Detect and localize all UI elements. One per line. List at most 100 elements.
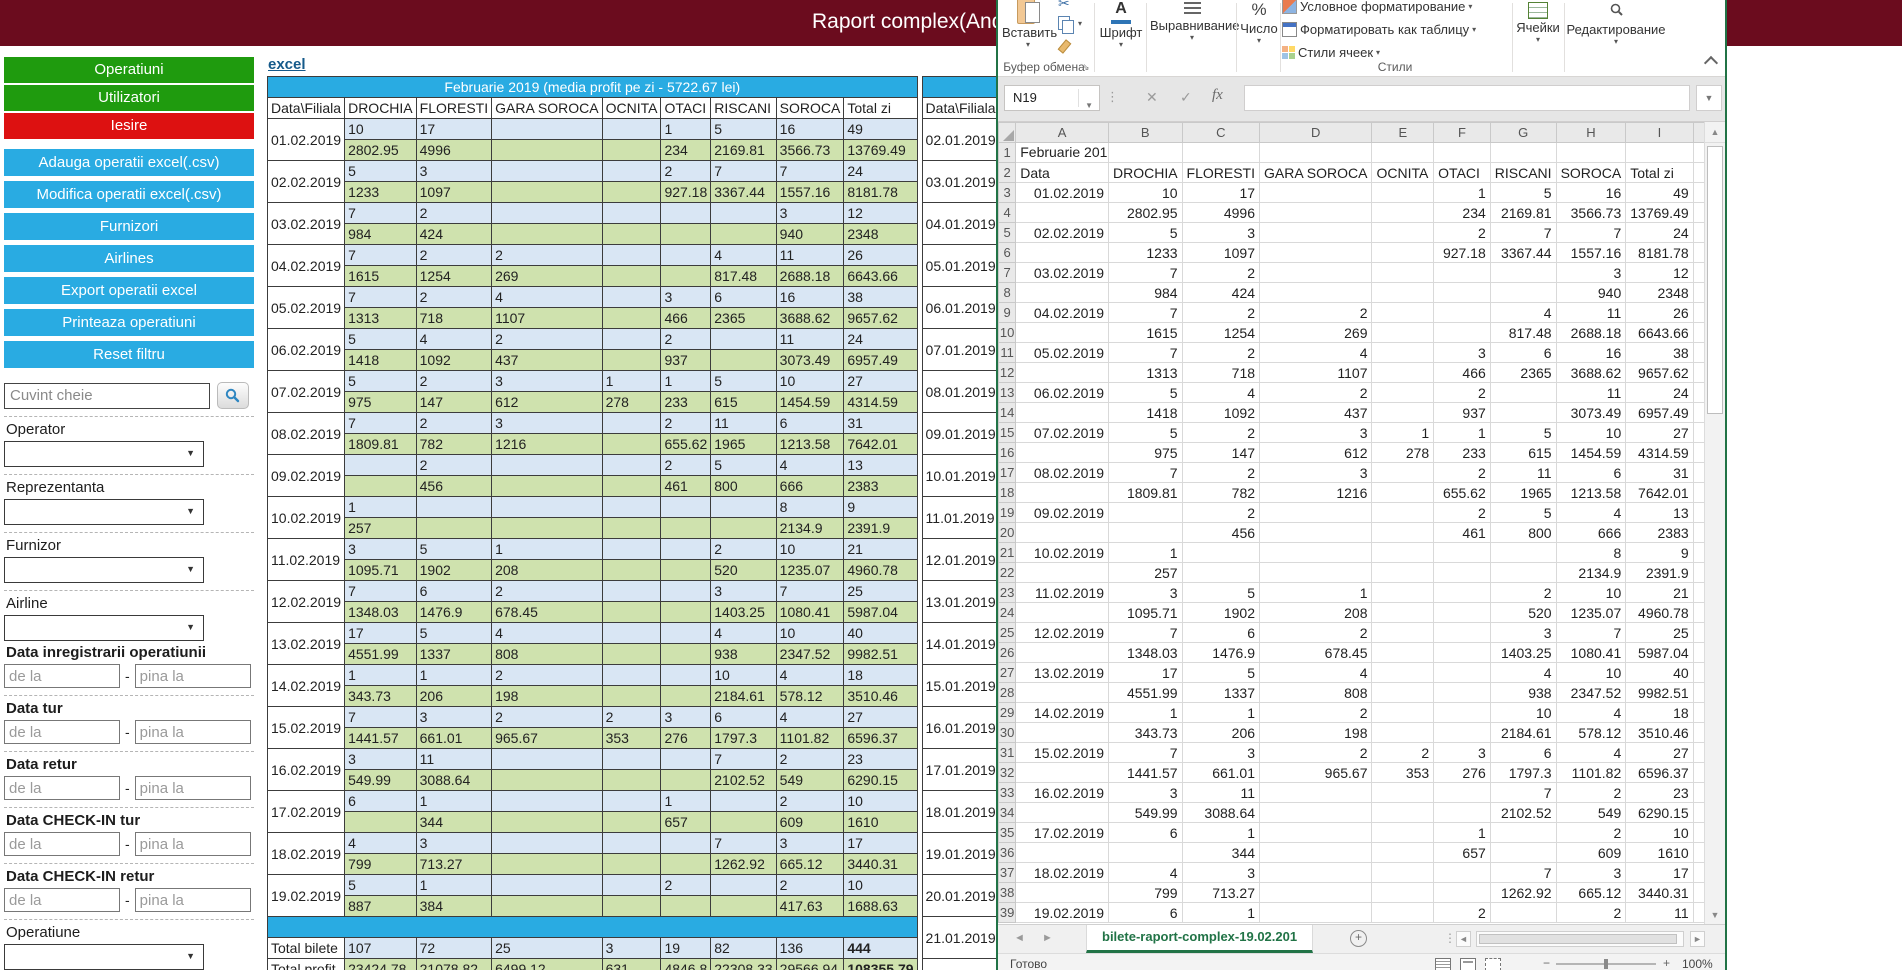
excel-cell[interactable]: 16 [1556,343,1626,363]
excel-cell[interactable]: 940 [1556,283,1626,303]
excel-cell[interactable]: 1403.25 [1490,643,1556,663]
row-header-37[interactable]: 37 [999,863,1016,883]
excel-cell[interactable]: 2169.81 [1490,203,1556,223]
excel-cell[interactable]: DROCHIA [1108,163,1182,183]
excel-cell[interactable]: 10.02.2019 [1016,543,1109,563]
horizontal-scrollbar[interactable] [1476,931,1684,947]
conditional-formatting-button[interactable]: Условное форматирование ▾ [1282,0,1472,16]
row-header-14[interactable]: 14 [999,403,1016,423]
excel-cell[interactable] [1434,603,1491,623]
excel-cell[interactable] [1490,843,1556,863]
excel-cell[interactable] [1372,803,1434,823]
row-header-34[interactable]: 34 [999,803,1016,823]
excel-cell[interactable] [1490,403,1556,423]
excel-cell[interactable]: 2 [1182,503,1259,523]
excel-cell[interactable]: 2 [1556,823,1626,843]
excel-cell[interactable]: 10 [1108,183,1182,203]
excel-cell[interactable]: 6 [1108,823,1182,843]
airline-select[interactable]: ▼ [4,615,204,641]
excel-cell[interactable]: 3566.73 [1556,203,1626,223]
excel-cell[interactable]: 937 [1434,403,1491,423]
excel-cell[interactable] [1260,523,1372,543]
data-retur-from-input[interactable] [4,776,120,800]
excel-cell[interactable]: 5 [1108,223,1182,243]
excel-cell[interactable]: 2 [1182,463,1259,483]
excel-cell[interactable] [1434,263,1491,283]
excel-cell[interactable]: 6596.37 [1626,763,1693,783]
excel-cell[interactable]: 3688.62 [1556,363,1626,383]
excel-cell[interactable]: 927.18 [1434,243,1491,263]
excel-cell[interactable] [1016,603,1109,623]
new-sheet-icon[interactable]: + [1350,930,1367,947]
excel-cell[interactable]: 1610 [1626,843,1693,863]
excel-cell[interactable]: 7 [1108,343,1182,363]
excel-cell[interactable]: 2 [1260,383,1372,403]
insert-function-icon[interactable]: fx [1212,87,1223,104]
furnizor-select[interactable]: ▼ [4,557,204,583]
excel-cell[interactable]: 13.02.2019 [1016,663,1109,683]
excel-cell[interactable]: 26 [1626,303,1693,323]
search-input[interactable] [4,383,210,409]
excel-cell[interactable]: 6957.49 [1626,403,1693,423]
excel-cell[interactable] [1372,403,1434,423]
row-header-39[interactable]: 39 [999,903,1016,923]
excel-cell[interactable]: 713.27 [1182,883,1259,903]
excel-cell[interactable] [1490,263,1556,283]
paste-button[interactable]: Вставить ▾ [1002,0,1054,49]
excel-cell[interactable] [1372,663,1434,683]
excel-cell[interactable]: 1080.41 [1556,643,1626,663]
excel-cell[interactable]: 666 [1556,523,1626,543]
prev-sheet-icon[interactable]: ◄ [1014,932,1025,944]
excel-cell[interactable]: 1101.82 [1556,763,1626,783]
excel-cell[interactable]: 1441.57 [1108,763,1182,783]
excel-cell[interactable] [1372,383,1434,403]
excel-cell[interactable]: 1216 [1260,483,1372,503]
formula-input[interactable] [1244,85,1690,111]
excel-cell[interactable]: 1557.16 [1556,243,1626,263]
cells-menu-button[interactable]: Ячейки ▾ [1514,0,1562,44]
excel-cell[interactable]: 1797.3 [1490,763,1556,783]
column-header-A[interactable]: A [1016,123,1109,143]
excel-cell[interactable]: 615 [1490,443,1556,463]
search-button[interactable] [217,382,249,409]
excel-cell[interactable] [1434,623,1491,643]
excel-cell[interactable]: 3088.64 [1182,803,1259,823]
excel-cell[interactable]: 278 [1372,443,1434,463]
excel-cell[interactable]: 12.02.2019 [1016,623,1109,643]
row-header-15[interactable]: 15 [999,423,1016,443]
excel-cell[interactable]: 17 [1108,663,1182,683]
excel-cell[interactable]: 965.67 [1260,763,1372,783]
excel-cell[interactable]: 269 [1260,323,1372,343]
excel-cell[interactable]: 817.48 [1490,323,1556,343]
excel-cell[interactable] [1434,563,1491,583]
excel-cell[interactable] [1016,323,1109,343]
excel-cell[interactable]: 2383 [1626,523,1693,543]
excel-cell[interactable]: 2 [1556,903,1626,923]
excel-cell[interactable]: 18.02.2019 [1016,863,1109,883]
excel-cell[interactable]: 03.02.2019 [1016,263,1109,283]
operatiune-select[interactable]: ▼ [4,944,204,970]
excel-cell[interactable] [1372,583,1434,603]
excel-cell[interactable] [1372,243,1434,263]
font-menu-button[interactable]: A Шрифт ▾ [1098,0,1144,49]
excel-cell[interactable] [1434,783,1491,803]
row-header-9[interactable]: 9 [999,303,1016,323]
excel-cell[interactable] [1372,903,1434,923]
excel-cell[interactable]: 665.12 [1556,883,1626,903]
excel-cell[interactable]: 198 [1260,723,1372,743]
excel-cell[interactable] [1260,243,1372,263]
excel-cell[interactable] [1260,543,1372,563]
excel-cell[interactable]: 05.02.2019 [1016,343,1109,363]
excel-cell[interactable]: 7 [1490,783,1556,803]
excel-cell[interactable]: 13769.49 [1626,203,1693,223]
excel-cell[interactable] [1108,523,1182,543]
column-header-H[interactable]: H [1556,123,1626,143]
collapse-ribbon-icon[interactable] [1704,56,1718,70]
excel-cell[interactable] [1372,203,1434,223]
excel-cell[interactable]: 257 [1108,563,1182,583]
excel-cell[interactable]: 1095.71 [1108,603,1182,623]
column-header-B[interactable]: B [1108,123,1182,143]
excel-cell[interactable]: 5 [1108,383,1182,403]
operator-select[interactable]: ▼ [4,441,204,467]
excel-cell[interactable] [1016,763,1109,783]
